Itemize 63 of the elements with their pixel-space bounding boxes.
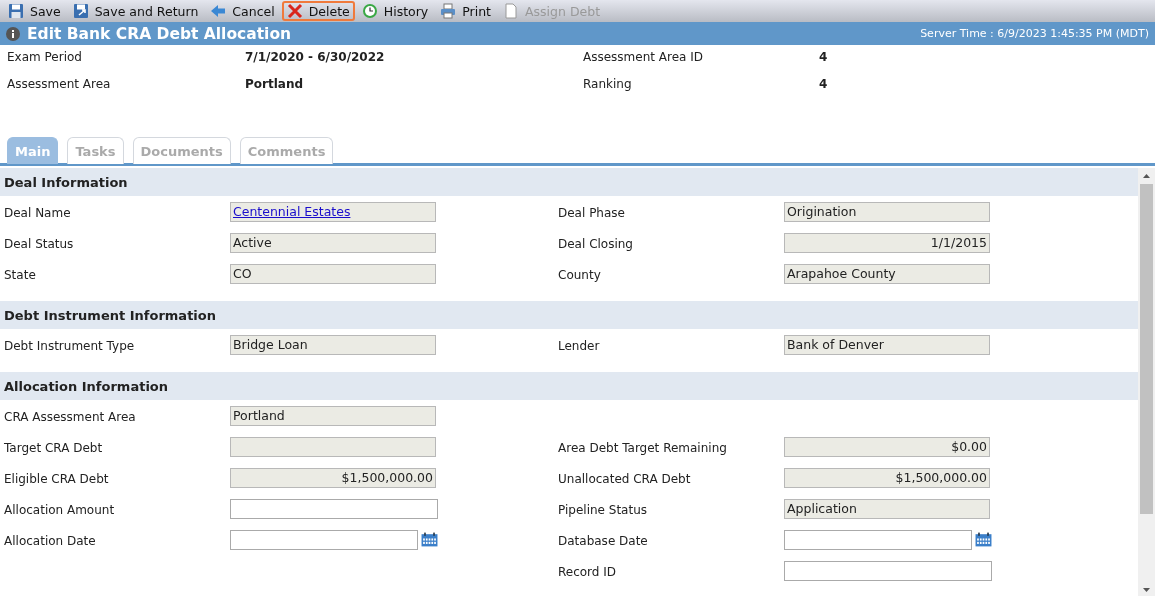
summary-label: Ranking [583,76,633,92]
summary-label: Exam Period [7,49,83,65]
readonly-field: Origination [784,201,990,222]
field-label: Debt Instrument Type [4,338,136,353]
toolbar-button[interactable]: Save and Return [67,1,204,21]
field-label: Database Date [558,533,649,548]
toolbar-button[interactable]: Delete [281,1,355,21]
section-title: Debt Instrument Information [4,307,216,323]
page-title: Edit Bank CRA Debt Allocation [27,24,293,43]
field-label: Allocation Date [4,533,97,548]
field-label: County [558,267,602,282]
readonly-field: Portland [230,405,436,426]
toolbar-button[interactable]: Cancel [205,1,280,21]
field-label: Lender [558,338,601,353]
section-title: Allocation Information [4,378,169,394]
readonly-field: Arapahoe County [784,263,990,284]
printer-icon [440,3,457,19]
summary-value: 4 [819,49,829,65]
field-label: Allocation Amount [4,502,116,517]
field-label: Deal Name [4,205,72,220]
toolbar-button[interactable]: Print [435,1,496,21]
field-label: Target CRA Debt [4,440,104,455]
input-field[interactable] [230,498,438,519]
info-icon [6,26,20,41]
calendar-icon[interactable] [975,532,992,547]
summary-value: 4 [819,76,829,92]
summary-value: 7/1/2020 - 6/30/2022 [245,49,386,65]
toolbar-button[interactable]: Save [3,1,66,21]
field-label: Pipeline Status [558,502,648,517]
field-label: State [4,267,37,282]
readonly-field: Bank of Denver [784,334,990,355]
readonly-field: $1,500,000.00 [784,467,990,488]
input-field[interactable] [784,560,992,581]
field-label: Deal Closing [558,236,634,251]
readonly-field: 1/1/2015 [784,232,990,253]
section-title: Deal Information [4,174,128,190]
field-label: Unallocated CRA Debt [558,471,692,486]
date-field[interactable] [230,529,418,550]
field-label: Deal Phase [558,205,626,220]
date-field[interactable] [784,529,972,550]
readonly-field: Bridge Loan [230,334,436,355]
toolbar-button[interactable]: History [356,1,434,21]
readonly-field: $1,500,000.00 [230,467,436,488]
server-time: Server Time : 6/9/2023 1:45:35 PM (MDT) [920,27,1149,40]
readonly-field: Active [230,232,436,253]
readonly-field: CO [230,263,436,284]
clock-icon [361,3,378,19]
calendar-icon[interactable] [421,532,438,547]
readonly-field: $0.00 [784,436,990,457]
summary-label: Assessment Area ID [583,49,704,65]
field-label: Record ID [558,564,618,579]
readonly-field: Application [784,498,990,519]
scrollbar[interactable] [1138,168,1155,596]
field-label: Area Debt Target Remaining [558,440,728,455]
left-arrow-icon [210,3,227,19]
field-label: CRA Assessment Area [4,409,137,424]
x-icon [286,3,303,19]
document-icon [503,3,519,19]
summary-value: Portland [245,76,305,92]
field-label: Deal Status [4,236,75,251]
field-label: Eligible CRA Debt [4,471,110,486]
deal-link[interactable]: Centennial Estates [233,203,351,219]
summary-label: Assessment Area [7,76,112,92]
